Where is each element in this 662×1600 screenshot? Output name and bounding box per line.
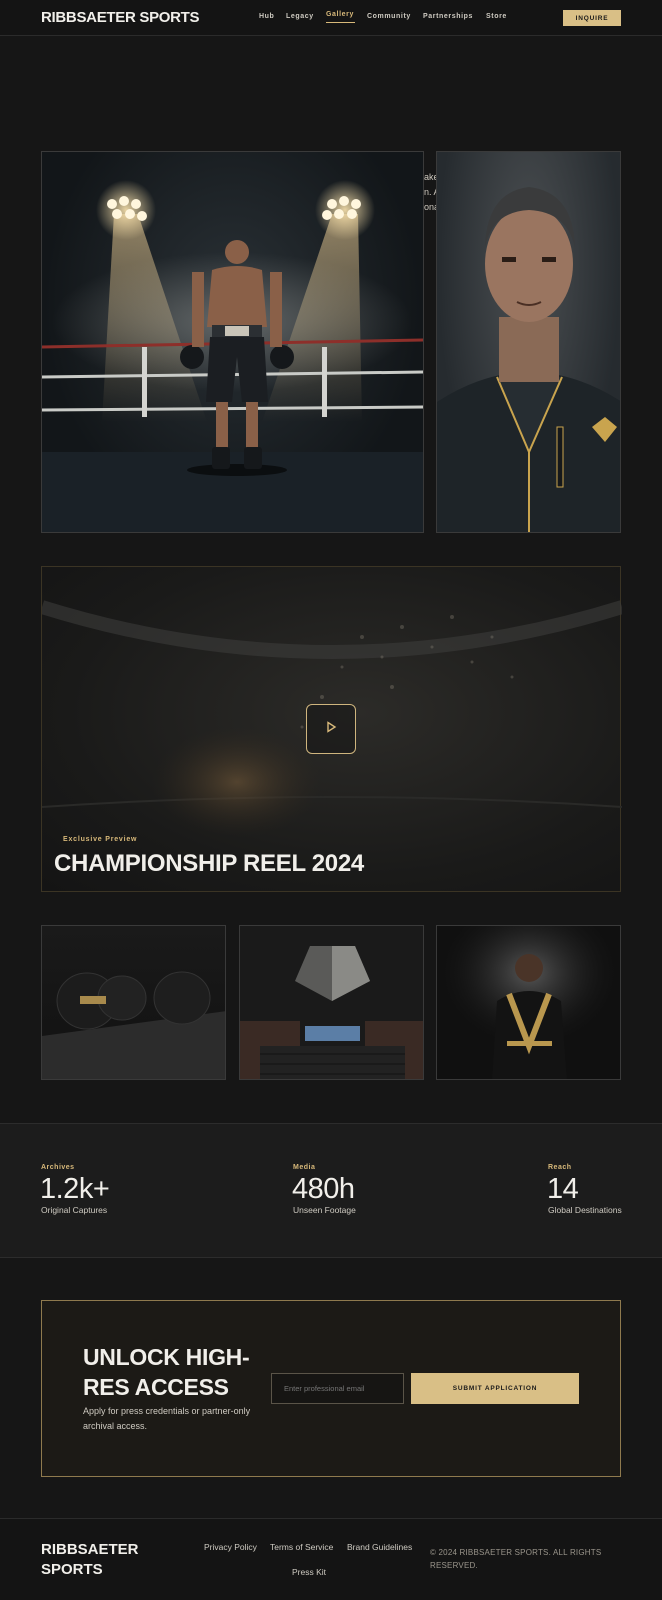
footer-link-brand-guidelines[interactable]: Brand Guidelines — [347, 1542, 412, 1552]
robed-fighter-illustration — [437, 926, 620, 1079]
copyright-text: © 2024 RIBBSAETER SPORTS. ALL RIGHTS RES… — [430, 1548, 602, 1570]
video-eyebrow: Exclusive Preview — [63, 836, 138, 843]
gloves-illustration — [42, 971, 225, 1079]
arena-illustration — [240, 926, 423, 1079]
inquire-button[interactable]: INQUIRE — [563, 10, 621, 26]
nav-item-partnerships[interactable]: Partnerships — [423, 13, 473, 20]
stat-label-archives: Archives — [41, 1164, 75, 1171]
nav-item-hub[interactable]: Hub — [259, 13, 274, 20]
coach-portrait-illustration — [437, 187, 620, 532]
stat-value-reach: 14 — [547, 1173, 579, 1205]
nav-item-community[interactable]: Community — [367, 13, 411, 20]
stat-label-reach: Reach — [548, 1164, 572, 1171]
nav-item-store[interactable]: Store — [486, 13, 507, 20]
email-field[interactable] — [271, 1373, 404, 1404]
gloves-thumbnail[interactable] — [41, 925, 226, 1080]
stat-desc-archives: Original Captures — [41, 1205, 108, 1215]
stat-desc-reach: Global Destinations — [548, 1205, 622, 1215]
footer-logo[interactable]: RIBBSAETER SPORTS — [41, 1540, 161, 1580]
footer-link-terms[interactable]: Terms of Service — [270, 1542, 333, 1552]
stat-value-archives: 1.2k+ — [40, 1173, 110, 1205]
coach-portrait-image[interactable] — [436, 151, 621, 533]
footer-link-privacy[interactable]: Privacy Policy — [204, 1542, 257, 1552]
footer-link-press-kit[interactable]: Press Kit — [292, 1567, 326, 1577]
submit-application-button[interactable]: SUBMIT APPLICATION — [411, 1373, 579, 1404]
play-icon — [325, 720, 337, 738]
stat-label-media: Media — [293, 1164, 316, 1171]
nav-active-underline — [326, 22, 355, 23]
robed-fighter-thumbnail[interactable] — [436, 925, 621, 1080]
site-logo[interactable]: RIBBSAETER SPORTS — [41, 9, 200, 26]
nav-item-legacy[interactable]: Legacy — [286, 13, 314, 20]
stat-desc-media: Unseen Footage — [293, 1205, 356, 1215]
nav-item-gallery[interactable]: Gallery — [326, 11, 354, 18]
stat-value-media: 480h — [292, 1173, 355, 1205]
video-title: CHAMPIONSHIP REEL 2024 — [54, 850, 364, 877]
play-button[interactable] — [306, 704, 356, 754]
boxer-ring-illustration — [42, 180, 423, 532]
arena-thumbnail[interactable] — [239, 925, 424, 1080]
cta-subtitle: Apply for press credentials or partner-o… — [83, 1406, 251, 1431]
cta-title: UNLOCK HIGH-RES ACCESS — [83, 1344, 250, 1400]
boxer-ring-image[interactable] — [41, 151, 424, 533]
